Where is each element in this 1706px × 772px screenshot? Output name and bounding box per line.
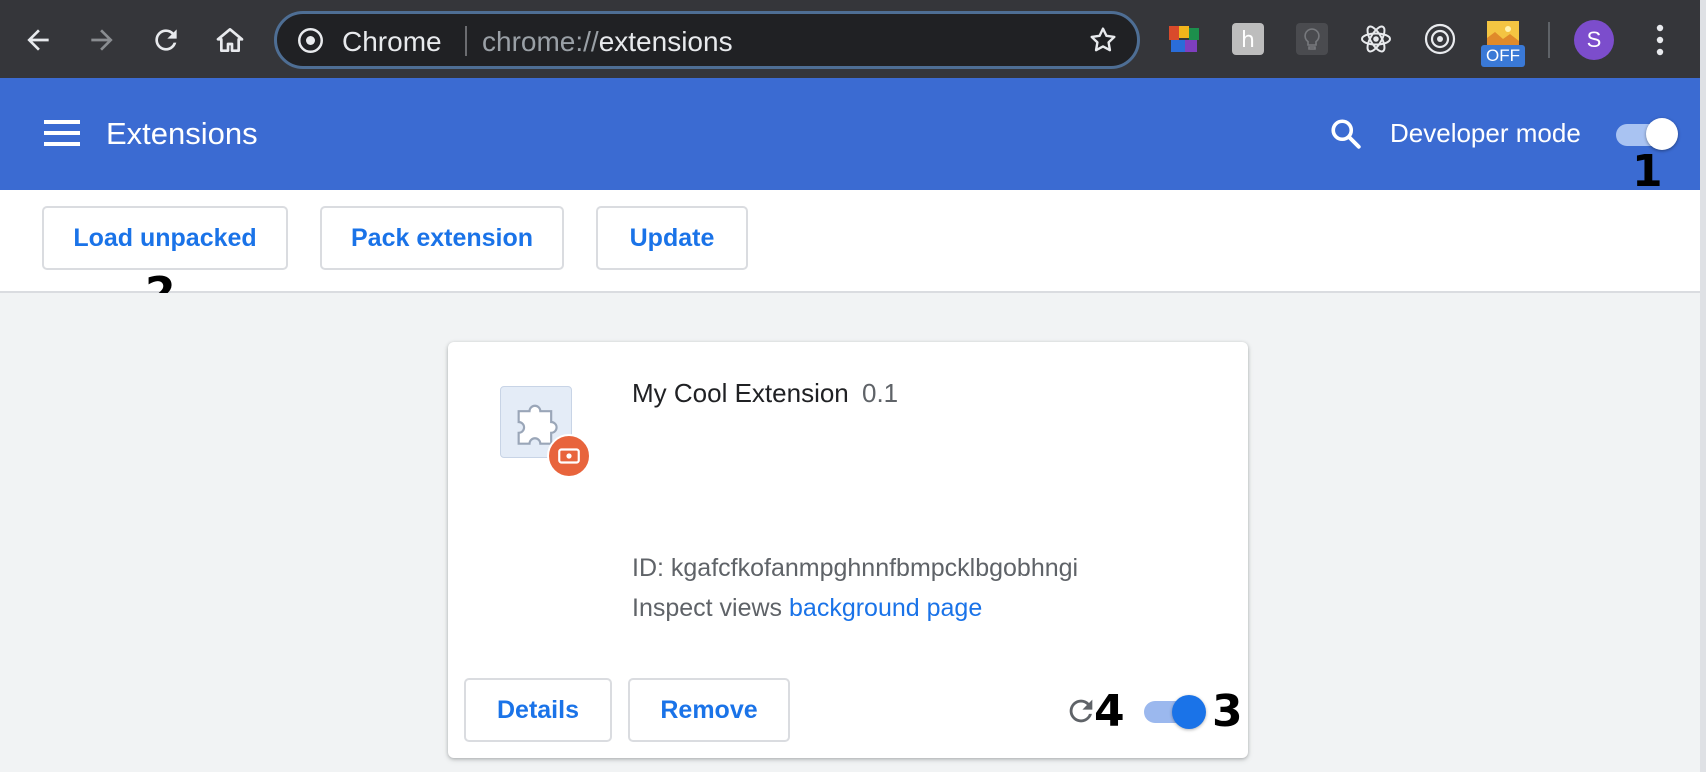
- extension-enable-toggle[interactable]: [1144, 694, 1208, 729]
- react-atom-icon[interactable]: [1359, 22, 1393, 56]
- page-title: Extensions: [106, 116, 258, 151]
- toolbar-divider: [1548, 22, 1550, 58]
- film-badge-icon: [558, 448, 580, 464]
- forward-button[interactable]: [76, 14, 128, 66]
- url-path: extensions: [598, 26, 733, 57]
- toggle-knob: [1172, 695, 1206, 729]
- extension-id: ID: kgafcfkofanmpghnnfbmpcklbgobhngi: [632, 554, 1079, 582]
- browser-toolbar: Chrome chrome://extensions h OFF S: [0, 0, 1706, 78]
- inspect-views-label: Inspect views: [632, 594, 783, 622]
- h-extension-icon[interactable]: h: [1231, 22, 1265, 56]
- reload-extension-icon[interactable]: [1064, 694, 1098, 728]
- arrow-left-icon: [27, 29, 49, 51]
- menu-icon[interactable]: [44, 118, 80, 148]
- more-vert-icon[interactable]: [1645, 18, 1675, 62]
- extensions-header: Extensions Developer mode: [0, 78, 1706, 190]
- load-unpacked-button[interactable]: Load unpacked: [42, 206, 288, 270]
- site-chip: Chrome: [342, 26, 442, 57]
- inspect-views: Inspect views background page: [632, 594, 982, 623]
- background-page-link[interactable]: background page: [789, 594, 982, 622]
- developer-mode-label: Developer mode: [1390, 118, 1581, 148]
- home-icon: [216, 28, 244, 52]
- extension-card: My Cool Extension 0.1 ID: kgafcfkofanmpg…: [448, 342, 1248, 758]
- developer-actions-bar: Load unpacked Pack extension Update: [0, 190, 1700, 293]
- update-button[interactable]: Update: [596, 206, 748, 270]
- back-button[interactable]: [12, 14, 64, 66]
- url-text: chrome://extensions: [482, 26, 733, 58]
- arrow-right-icon: [91, 29, 113, 51]
- details-button[interactable]: Details: [464, 678, 612, 742]
- colorful-extension-icon[interactable]: [1167, 22, 1201, 56]
- reload-button[interactable]: [140, 14, 192, 66]
- search-icon[interactable]: [1328, 116, 1364, 152]
- reload-icon: [155, 29, 177, 51]
- lightbulb-extension-icon[interactable]: [1295, 22, 1329, 56]
- unpacked-source-badge: [547, 434, 591, 478]
- url-scheme: chrome://: [482, 26, 599, 57]
- address-separator: [465, 26, 467, 56]
- profile-avatar[interactable]: S: [1574, 20, 1614, 60]
- svg-text:h: h: [1241, 28, 1255, 53]
- callout-4: 4: [1094, 686, 1125, 737]
- pack-extension-button[interactable]: Pack extension: [320, 206, 564, 270]
- remove-button[interactable]: Remove: [628, 678, 790, 742]
- callout-3: 3: [1212, 686, 1243, 737]
- bookmark-star-icon[interactable]: [1087, 24, 1119, 56]
- scrollbar-edge: [1700, 0, 1706, 772]
- extension-name: My Cool Extension: [632, 378, 849, 408]
- off-badge: OFF: [1481, 45, 1525, 67]
- home-button[interactable]: [204, 14, 256, 66]
- address-bar[interactable]: Chrome chrome://extensions: [274, 11, 1140, 69]
- target-extension-icon[interactable]: [1423, 22, 1457, 56]
- chrome-logo-icon: [298, 28, 323, 53]
- extension-version: 0.1: [862, 378, 899, 408]
